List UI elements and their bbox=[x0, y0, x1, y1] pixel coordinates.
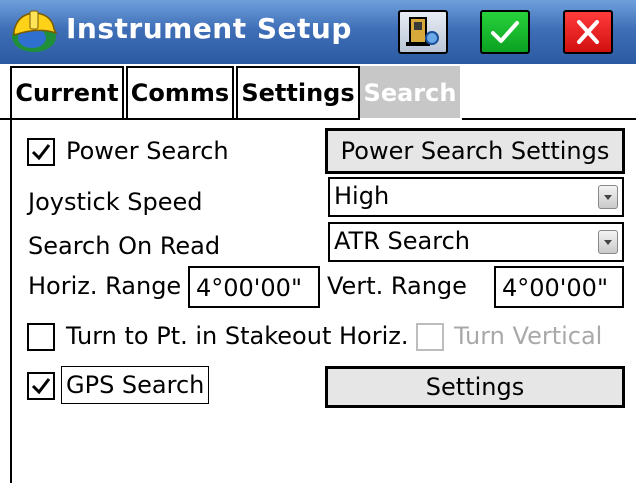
vert-range-label: Vert. Range bbox=[327, 272, 467, 300]
ok-button[interactable] bbox=[480, 10, 530, 54]
turn-to-pt-label: Turn to Pt. in Stakeout Horiz. bbox=[66, 322, 409, 350]
checkmark-icon bbox=[31, 378, 51, 395]
tab-current[interactable]: Current bbox=[10, 66, 124, 118]
vert-range-field[interactable]: 4°00'00" bbox=[494, 266, 624, 308]
window-title: Instrument Setup bbox=[66, 12, 352, 45]
power-search-checkbox[interactable] bbox=[27, 138, 55, 166]
tab-divider bbox=[0, 118, 360, 120]
tab-comms[interactable]: Comms bbox=[126, 66, 234, 118]
cancel-button[interactable] bbox=[563, 10, 613, 54]
search-on-read-dropdown[interactable]: ATR Search bbox=[328, 222, 624, 262]
power-search-settings-button[interactable]: Power Search Settings bbox=[325, 128, 625, 174]
turn-to-pt-checkbox[interactable] bbox=[27, 323, 55, 351]
search-on-read-label: Search On Read bbox=[28, 232, 221, 260]
tab-search[interactable]: Search bbox=[360, 66, 460, 118]
panel-left-border bbox=[10, 118, 12, 483]
horiz-range-field[interactable]: 4°00'00" bbox=[188, 266, 320, 308]
chevron-down-icon[interactable] bbox=[598, 185, 618, 209]
tab-settings[interactable]: Settings bbox=[236, 66, 360, 118]
gps-search-label: GPS Search bbox=[61, 366, 210, 404]
checkmark-icon bbox=[491, 21, 519, 43]
tab-divider-right bbox=[462, 118, 636, 120]
gps-search-checkbox[interactable] bbox=[27, 372, 55, 400]
joystick-speed-value: High bbox=[334, 182, 390, 210]
gps-settings-button[interactable]: Settings bbox=[325, 366, 625, 408]
hardhat-logo-icon bbox=[8, 7, 60, 55]
horiz-range-label: Horiz. Range bbox=[28, 272, 182, 300]
instrument-icon bbox=[406, 17, 439, 46]
turn-vertical-label: Turn Vertical bbox=[454, 322, 603, 350]
title-bar: Instrument Setup bbox=[0, 0, 636, 64]
joystick-speed-dropdown[interactable]: High bbox=[328, 177, 624, 217]
chevron-down-icon[interactable] bbox=[598, 230, 618, 254]
checkmark-icon bbox=[31, 144, 51, 161]
joystick-speed-label: Joystick Speed bbox=[28, 188, 203, 216]
close-icon bbox=[577, 20, 599, 44]
power-search-label: Power Search bbox=[66, 137, 229, 165]
instrument-button[interactable] bbox=[398, 10, 448, 54]
search-on-read-value: ATR Search bbox=[334, 227, 470, 255]
turn-vertical-checkbox[interactable] bbox=[416, 323, 444, 351]
